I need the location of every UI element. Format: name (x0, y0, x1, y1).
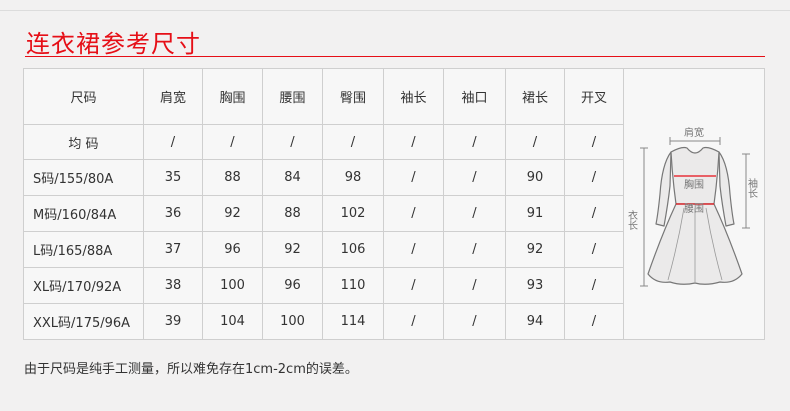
table-cell: 100 (202, 267, 263, 304)
dress-length-label: 衣长 (626, 209, 638, 230)
header-shoulder: 肩宽 (143, 68, 203, 125)
table-row: S码/155/80A 35 88 84 98 / / 90 / (23, 159, 624, 196)
table-header-row: 尺码 肩宽 胸围 腰围 臀围 袖长 袖口 裙长 开叉 (23, 68, 624, 125)
table-cell: 39 (143, 303, 203, 340)
table-cell: / (564, 231, 624, 268)
page-title: 连衣裙参考尺寸 (26, 30, 201, 58)
table-cell: 92 (505, 231, 565, 268)
table-cell: / (443, 267, 506, 304)
header-skirt-length: 裙长 (505, 68, 565, 125)
table-cell: 90 (505, 159, 565, 196)
table-cell: / (443, 124, 506, 160)
sleeve-length-label: 袖长 (746, 177, 758, 198)
table-cell: / (443, 303, 506, 340)
table-row: XXL码/175/96A 39 104 100 114 / / 94 / (23, 303, 624, 340)
table-cell: / (383, 195, 444, 232)
table-cell: 92 (262, 231, 323, 268)
table-cell: / (383, 231, 444, 268)
shoulder-label: 肩宽 (684, 126, 704, 139)
header-chest: 胸围 (202, 68, 263, 125)
table-cell: 36 (143, 195, 203, 232)
table-cell: 94 (505, 303, 565, 340)
table-cell: / (564, 124, 624, 160)
table-cell: 106 (322, 231, 384, 268)
table-cell: / (443, 159, 506, 196)
waist-label: 腰围 (684, 203, 704, 215)
table-cell: 84 (262, 159, 323, 196)
table-cell: / (322, 124, 384, 160)
table-cell: 37 (143, 231, 203, 268)
table-cell: 92 (202, 195, 263, 232)
table-row: L码/165/88A 37 96 92 106 / / 92 / (23, 231, 624, 268)
table-cell: 91 (505, 195, 565, 232)
table-cell: 104 (202, 303, 263, 340)
table-cell: / (564, 159, 624, 196)
table-cell: 35 (143, 159, 203, 196)
table-cell: 96 (202, 231, 263, 268)
size-label: S码/155/80A (23, 159, 144, 196)
table-cell: 102 (322, 195, 384, 232)
table-cell: / (564, 303, 624, 340)
header-size: 尺码 (23, 68, 144, 125)
table-row: M码/160/84A 36 92 88 102 / / 91 / (23, 195, 624, 232)
measurement-note: 由于尺码是纯手工测量，所以难免存在1cm-2cm的误差。 (24, 362, 358, 377)
size-label: XXL码/175/96A (23, 303, 144, 340)
table-cell: 88 (262, 195, 323, 232)
table-row: XL码/170/92A 38 100 96 110 / / 93 / (23, 267, 624, 304)
table-cell: 93 (505, 267, 565, 304)
title-underline (25, 56, 765, 57)
table-cell: / (383, 124, 444, 160)
header-hip: 臀围 (322, 68, 384, 125)
header-waist: 腰围 (262, 68, 323, 125)
table-cell: / (262, 124, 323, 160)
table-cell: / (202, 124, 263, 160)
table-cell: / (143, 124, 203, 160)
header-cuff: 袖口 (443, 68, 506, 125)
header-slit: 开叉 (564, 68, 624, 125)
header-sleeve-length: 袖长 (383, 68, 444, 125)
table-cell: / (443, 195, 506, 232)
table-cell: 96 (262, 267, 323, 304)
table-cell: / (383, 303, 444, 340)
table-cell: 114 (322, 303, 384, 340)
size-label: L码/165/88A (23, 231, 144, 268)
chest-label: 胸围 (684, 178, 704, 191)
table-cell: 98 (322, 159, 384, 196)
table-cell: / (383, 267, 444, 304)
table-cell: / (383, 159, 444, 196)
size-label: XL码/170/92A (23, 267, 144, 304)
top-divider (0, 10, 790, 11)
table-cell: / (564, 267, 624, 304)
size-label: 均 码 (23, 124, 144, 160)
table-cell: 88 (202, 159, 263, 196)
table-cell: / (443, 231, 506, 268)
size-table: 尺码 肩宽 胸围 腰围 臀围 袖长 袖口 裙长 开叉 均 码 / / / / /… (23, 68, 624, 340)
table-cell: 110 (322, 267, 384, 304)
table-cell: 100 (262, 303, 323, 340)
table-row: 均 码 / / / / / / / / (23, 124, 624, 160)
table-cell: 38 (143, 267, 203, 304)
table-cell: / (564, 195, 624, 232)
dress-measurement-diagram: 肩宽 胸围 腰围 袖长 衣长 (624, 124, 764, 294)
table-cell: / (505, 124, 565, 160)
size-label: M码/160/84A (23, 195, 144, 232)
